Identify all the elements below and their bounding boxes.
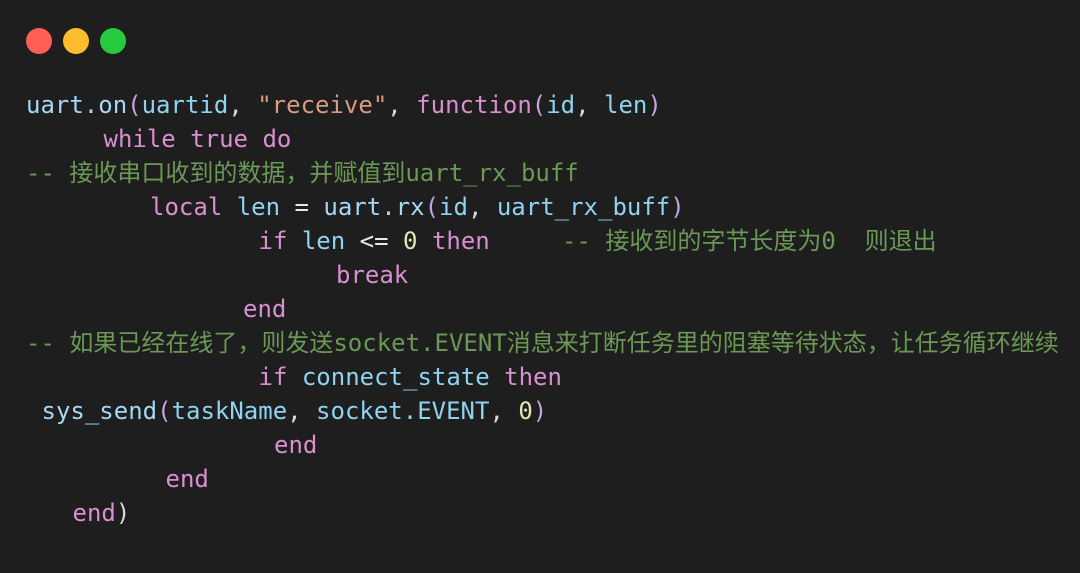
code-token-ident: uart_rx_buff: [496, 193, 671, 221]
code-token-op: <=: [359, 227, 389, 255]
code-token-punct: ): [647, 91, 662, 119]
code-token-kw: then: [504, 363, 562, 391]
code-token-kw: end: [243, 295, 287, 323]
code-line: -- 接收串口收到的数据，并赋值到uart_rx_buff: [0, 156, 1080, 190]
code-line: if len <= 0 then -- 接收到的字节长度为0 则退出: [0, 224, 1080, 258]
code-token-punct2: ,: [467, 193, 483, 221]
code-line: while true do: [0, 122, 1080, 156]
window-minimize-button[interactable]: [63, 28, 89, 54]
code-token-kw: do: [262, 125, 292, 153]
code-token-punct2: ,: [287, 397, 302, 425]
code-token-fn: sys_send: [41, 397, 158, 425]
code-token-punct2: ,: [387, 91, 402, 119]
code-token-kw: if: [258, 227, 288, 255]
code-token-kw: then: [431, 227, 490, 255]
code-token-ident: uartid: [141, 91, 229, 119]
code-line: if connect_state then: [0, 360, 1080, 394]
code-line: uart.on(uartid, "receive", function(id, …: [0, 88, 1080, 122]
code-token-kw: end: [72, 499, 116, 527]
code-token-ident: len: [236, 193, 281, 221]
code-line: end): [0, 496, 1080, 530]
code-token-ident: id: [439, 193, 468, 221]
code-token-ident: socket.EVENT: [316, 397, 490, 425]
code-token-op: =: [294, 193, 309, 221]
code-token-kw: break: [336, 261, 409, 289]
code-token-kw: if: [258, 363, 288, 391]
code-token-ident: len: [301, 227, 346, 255]
code-token-kw: end: [274, 431, 318, 459]
code-line: break: [0, 258, 1080, 292]
code-token-punct: ): [670, 193, 685, 221]
code-token-punct: (: [127, 91, 142, 119]
code-token-punct: (: [157, 397, 172, 425]
code-token-ident: len: [604, 91, 648, 119]
code-token-num: 0: [403, 227, 418, 255]
code-token-comment: -- 如果已经在线了，则发送socket.EVENT消息来打断任务里的阻塞等待状…: [26, 329, 1059, 357]
code-token-fn: uart.on: [26, 91, 128, 119]
code-token-punct: ): [532, 397, 548, 425]
code-snippet-window: uart.on(uartid, "receive", function(id, …: [0, 0, 1080, 573]
code-token-kw: function: [416, 91, 532, 119]
window-maximize-button[interactable]: [100, 28, 126, 54]
code-token-str: "receive": [257, 91, 388, 119]
code-line: end: [0, 462, 1080, 496]
code-token-ident: connect_state: [301, 363, 490, 391]
code-line: end: [0, 428, 1080, 462]
code-editor-content: uart.on(uartid, "receive", function(id, …: [0, 88, 1080, 530]
code-token-kw: local: [150, 193, 223, 221]
code-token-comment: -- 接收到的字节长度为0 则退出: [561, 227, 937, 255]
code-token-kw: while: [103, 125, 176, 153]
code-token-kw: true: [190, 125, 248, 153]
code-token-punct2: ,: [228, 91, 243, 119]
code-token-fn: uart.rx: [323, 193, 425, 221]
code-line: local len = uart.rx(id, uart_rx_buff): [0, 190, 1080, 224]
window-titlebar: [0, 0, 1080, 80]
code-token-num: 0: [518, 397, 533, 425]
code-token-ident: id: [546, 91, 576, 119]
window-close-button[interactable]: [26, 28, 52, 54]
code-token-punct2: ): [115, 499, 131, 527]
code-line: sys_send(taskName, socket.EVENT, 0): [0, 394, 1080, 428]
code-token-ident: taskName: [171, 397, 288, 425]
code-token-punct: (: [424, 193, 440, 221]
code-token-kw: end: [165, 465, 209, 493]
code-token-punct2: ,: [489, 397, 504, 425]
code-token-comment: -- 接收串口收到的数据，并赋值到uart_rx_buff: [26, 159, 579, 187]
code-line: -- 如果已经在线了，则发送socket.EVENT消息来打断任务里的阻塞等待状…: [0, 326, 1080, 360]
code-token-punct2: ,: [575, 91, 590, 119]
code-line: end: [0, 292, 1080, 326]
code-token-punct: (: [531, 91, 547, 119]
